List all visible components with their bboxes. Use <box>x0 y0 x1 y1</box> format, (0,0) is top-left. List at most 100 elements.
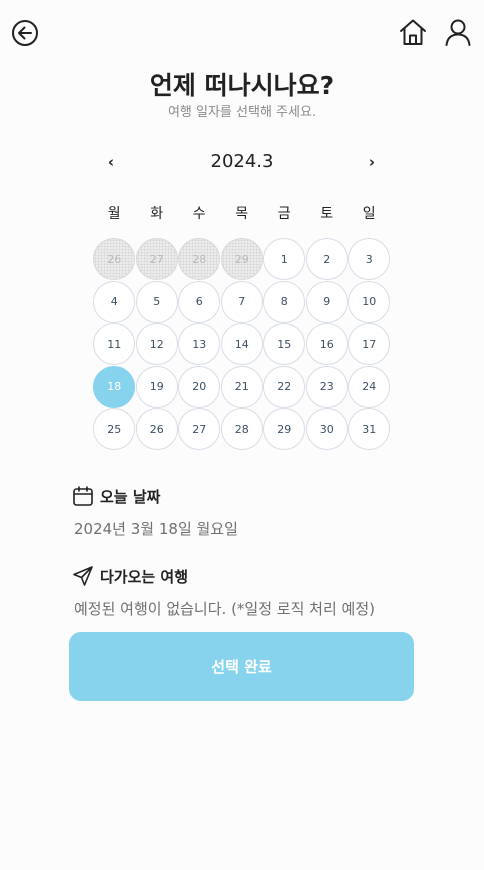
user-icon <box>445 19 471 46</box>
calendar-day[interactable]: 3 <box>348 238 391 281</box>
page-subtitle: 여행 일자를 선택해 주세요. <box>167 105 317 120</box>
next-month-button[interactable]: › <box>360 150 384 174</box>
calendar-day-cell: 26 <box>93 238 136 281</box>
calendar-icon <box>72 485 94 507</box>
calendar-day[interactable]: 28 <box>220 408 263 451</box>
calendar-day-cell: 7 <box>220 280 264 324</box>
calendar-day[interactable]: 19 <box>135 365 178 408</box>
calendar-day[interactable]: 24 <box>348 365 391 408</box>
calendar-day-cell: 16 <box>305 323 349 366</box>
calendar-day-cell: 3 <box>348 238 391 281</box>
calendar-day-cell: 11 <box>93 323 136 366</box>
page-title: 언제 떠나시나요? <box>149 71 335 100</box>
weekday-label: 금 <box>277 206 291 222</box>
weekday-label: 목 <box>235 206 249 222</box>
calendar-day-cell: 24 <box>348 365 391 409</box>
calendar-day-cell: 22 <box>263 365 306 409</box>
calendar-day-cell: 12 <box>135 323 179 366</box>
calendar-day[interactable]: 22 <box>263 365 306 408</box>
calendar-day[interactable]: 1 <box>263 238 306 281</box>
calendar-day[interactable]: 29 <box>263 408 306 451</box>
today-section-header: 오늘 날짜 <box>72 485 160 507</box>
calendar-day[interactable]: 16 <box>305 323 348 366</box>
calendar-day-cell: 8 <box>263 280 306 324</box>
calendar-day-disabled: 27 <box>135 238 178 281</box>
calendar-day[interactable]: 2 <box>305 238 348 281</box>
weekday-label: 일 <box>362 206 376 222</box>
calendar-day[interactable]: 30 <box>305 408 348 451</box>
calendar-day-cell: 25 <box>93 408 136 451</box>
profile-button[interactable] <box>442 16 474 48</box>
upcoming-trip-label: 다가오는 여행 <box>100 567 189 586</box>
calendar-day[interactable]: 26 <box>135 408 178 451</box>
home-icon <box>400 19 426 45</box>
month-label: 2024.3 <box>210 151 274 172</box>
calendar-day-cell: 29 <box>220 238 264 281</box>
calendar-day-cell: 14 <box>220 323 264 366</box>
home-button[interactable] <box>397 16 429 48</box>
weekday-label: 월 <box>107 206 121 222</box>
calendar-day-cell: 28 <box>220 408 264 451</box>
calendar-day-cell: 31 <box>348 408 391 451</box>
calendar-day[interactable]: 15 <box>263 323 306 366</box>
today-label: 오늘 날짜 <box>100 487 161 506</box>
calendar-day-cell: 15 <box>263 323 306 366</box>
calendar-day-cell: 6 <box>178 280 221 324</box>
today-date-text: 2024년 3월 18일 월요일 <box>74 520 238 538</box>
weekday-label: 토 <box>320 206 334 222</box>
calendar-day[interactable]: 12 <box>135 323 178 366</box>
calendar-day[interactable]: 10 <box>348 280 391 323</box>
calendar-day-cell: 27 <box>135 238 179 281</box>
calendar-day-cell: 26 <box>135 408 179 451</box>
calendar-day-cell: 19 <box>135 365 179 409</box>
calendar-day-cell: 30 <box>305 408 349 451</box>
calendar-day[interactable]: 14 <box>220 323 263 366</box>
calendar-day-cell: 27 <box>178 408 221 451</box>
calendar-day-selected[interactable]: 18 <box>93 365 136 408</box>
calendar-day-cell: 17 <box>348 323 391 366</box>
calendar-day[interactable]: 31 <box>348 408 391 451</box>
calendar-day-disabled: 29 <box>220 238 263 281</box>
calendar-day-cell: 23 <box>305 365 349 409</box>
calendar-day-cell: 9 <box>305 280 349 324</box>
calendar-day[interactable]: 9 <box>305 280 348 323</box>
calendar-day[interactable]: 20 <box>178 365 221 408</box>
calendar-day[interactable]: 5 <box>135 280 178 323</box>
calendar-day-cell: 2 <box>305 238 349 281</box>
calendar-day-disabled: 26 <box>93 238 136 281</box>
arrow-left-circle-icon <box>12 20 38 46</box>
calendar-day[interactable]: 17 <box>348 323 391 366</box>
calendar-day-disabled: 28 <box>178 238 221 281</box>
calendar-day-cell: 5 <box>135 280 179 324</box>
calendar-day-cell: 10 <box>348 280 391 324</box>
calendar-day-cell: 29 <box>263 408 306 451</box>
calendar-day[interactable]: 7 <box>220 280 263 323</box>
upcoming-trip-text: 예정된 여행이 없습니다. (*일정 로직 처리 예정) <box>74 600 375 618</box>
calendar-day[interactable]: 25 <box>93 408 136 451</box>
calendar-day[interactable]: 6 <box>178 280 221 323</box>
weekday-header: 월 화 수 목 금 토 일 <box>93 203 391 225</box>
weekday-label: 화 <box>150 206 164 222</box>
calendar-day[interactable]: 11 <box>93 323 136 366</box>
calendar-grid: 26 27 28 29 1 2 3 4 5 6 7 8 9 10 11 12 13 14 15 16 17 18 19 20 2… <box>93 238 391 451</box>
calendar-day-cell: 18 <box>93 365 136 409</box>
month-navigator: ‹ 2024.3 › <box>92 150 392 174</box>
calendar-day-cell: 13 <box>178 323 221 366</box>
confirm-selection-button[interactable]: 선택 완료 <box>69 632 414 701</box>
calendar-day[interactable]: 4 <box>93 280 136 323</box>
prev-month-button[interactable]: ‹ <box>99 150 123 174</box>
calendar-day[interactable]: 21 <box>220 365 263 408</box>
calendar-day-cell: 28 <box>178 238 221 281</box>
calendar-day[interactable]: 23 <box>305 365 348 408</box>
upcoming-trip-header: 다가오는 여행 <box>72 565 188 587</box>
send-icon <box>72 565 94 587</box>
calendar-day-cell: 1 <box>263 238 306 281</box>
top-bar <box>0 0 484 64</box>
calendar-day[interactable]: 13 <box>178 323 221 366</box>
back-button[interactable] <box>10 18 40 48</box>
calendar-day[interactable]: 8 <box>263 280 306 323</box>
weekday-label: 수 <box>192 206 206 222</box>
calendar-day[interactable]: 27 <box>178 408 221 451</box>
calendar-day-cell: 21 <box>220 365 264 409</box>
calendar-day-cell: 20 <box>178 365 221 409</box>
